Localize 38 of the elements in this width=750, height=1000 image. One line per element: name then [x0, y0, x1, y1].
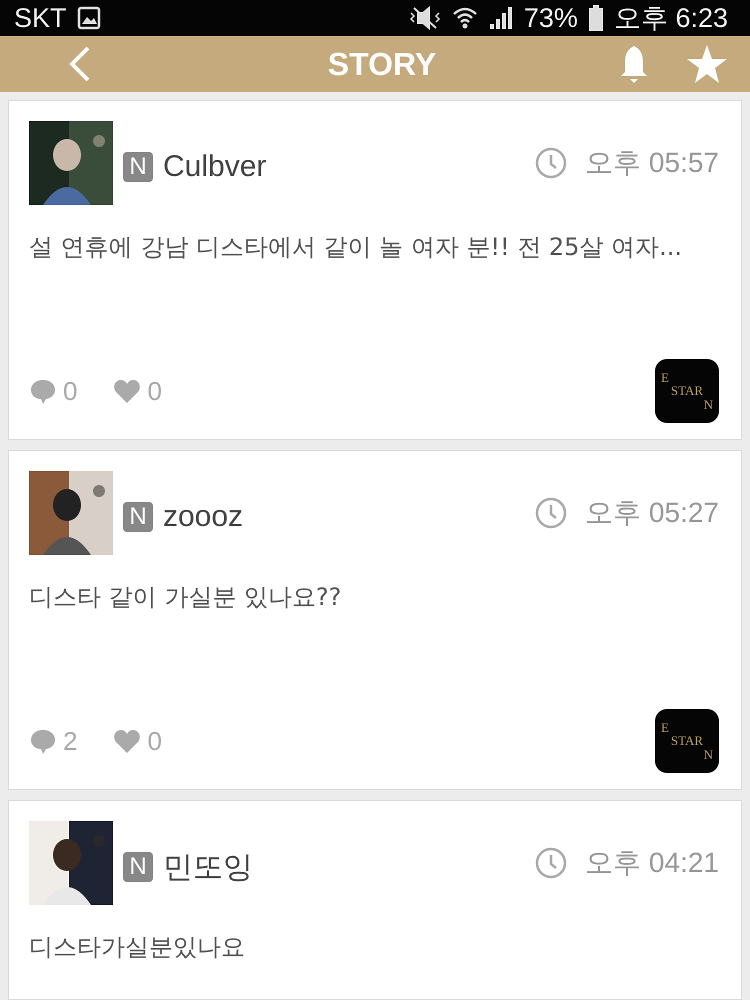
post-card[interactable]: N 민또잉 오후 04:21 디스타가실분있나요 — [8, 800, 742, 1000]
post-card[interactable]: N Culbver 오후 05:57 설 연휴에 강남 디스타에서 같이 놀 여자 분!! 전 25살 여자... 0 0 E STAR N — [8, 100, 742, 440]
app-logo: E STAR N — [655, 709, 719, 773]
battery-icon — [588, 5, 604, 31]
post-text: 디스타가실분있나요 — [29, 932, 246, 963]
post-text: 디스타 같이 가실분 있나요?? — [29, 582, 342, 613]
signal-icon — [488, 5, 514, 31]
post-card[interactable]: N zoooz 오후 05:27 디스타 같이 가실분 있나요?? 2 0 E STAR N — [8, 450, 742, 790]
post-time: 오후 04:21 — [585, 846, 719, 880]
author-name[interactable]: 민또잉 — [163, 846, 253, 888]
page-title: STORY — [326, 46, 438, 82]
like-count: 0 — [147, 726, 162, 756]
comment-icon[interactable] — [29, 377, 57, 405]
like-count: 0 — [147, 376, 162, 406]
app-logo: E STAR N — [655, 359, 719, 423]
comment-count: 2 — [63, 726, 78, 756]
author-name[interactable]: zoooz — [163, 500, 244, 534]
star-icon[interactable] — [686, 44, 728, 84]
n-badge: N — [123, 152, 153, 182]
clock-icon — [535, 847, 568, 879]
n-badge: N — [123, 502, 153, 532]
comment-count: 0 — [63, 376, 78, 406]
post-time: 오후 05:57 — [585, 146, 719, 180]
post-text: 설 연휴에 강남 디스타에서 같이 놀 여자 분!! 전 25살 여자... — [29, 232, 683, 263]
carrier-name: SKT — [14, 2, 67, 34]
post-time: 오후 05:27 — [585, 496, 719, 530]
clock-icon — [535, 147, 568, 179]
clock-time: 오후 6:23 — [614, 2, 728, 35]
image-icon — [76, 6, 101, 30]
author-name[interactable]: Culbver — [163, 150, 266, 184]
heart-icon[interactable] — [113, 378, 142, 404]
comment-icon[interactable] — [29, 727, 57, 755]
wifi-icon — [452, 5, 478, 31]
battery-percent: 73% — [524, 2, 578, 34]
n-badge: N — [123, 852, 153, 882]
clock-icon — [535, 497, 568, 529]
heart-icon[interactable] — [113, 728, 142, 754]
mute-icon — [408, 5, 442, 31]
